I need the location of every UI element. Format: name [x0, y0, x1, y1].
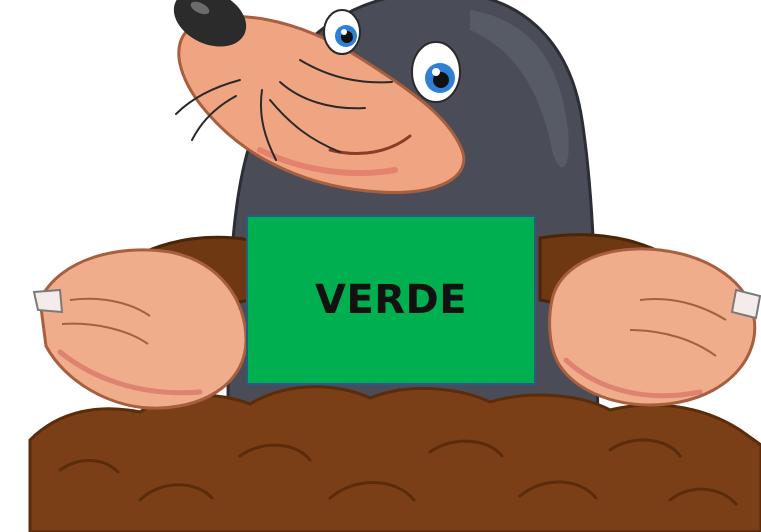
mole-eye-right [411, 41, 461, 103]
mole-eye-left [323, 9, 361, 55]
mole-paw-right [548, 247, 761, 407]
mole-paw-left [32, 248, 248, 410]
color-word-label: VERDE [314, 277, 468, 323]
color-word-card[interactable]: VERDE [246, 215, 536, 385]
game-scene: VERDE [0, 0, 761, 532]
